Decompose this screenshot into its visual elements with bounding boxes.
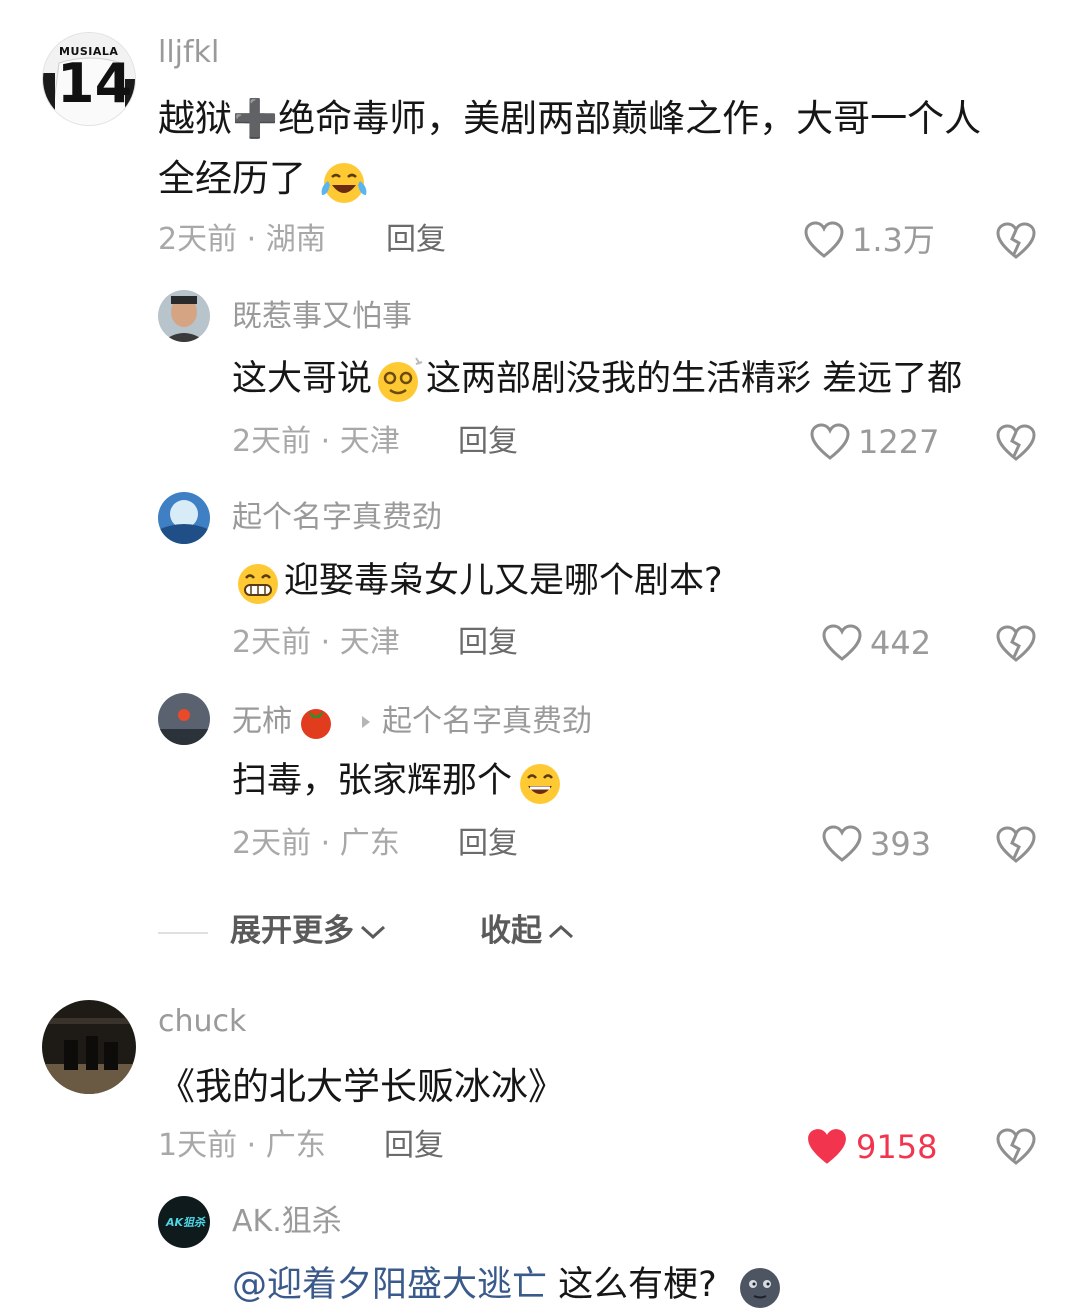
reply-username[interactable]: AK.狙杀	[232, 1207, 342, 1237]
broken-heart-icon[interactable]	[996, 825, 1036, 865]
like-button[interactable]: 393	[822, 825, 931, 863]
like-count: 1227	[858, 423, 940, 461]
like-button[interactable]: 1.3万	[804, 221, 935, 259]
heart-outline-icon	[810, 423, 850, 460]
like-count: 1.3万	[852, 221, 935, 259]
avatar[interactable]: AK狙杀	[158, 1196, 210, 1248]
comment-username[interactable]: lljfkl	[158, 38, 219, 68]
reply-username: 无柿 起个名字真费劲	[232, 703, 592, 741]
new-moon-face-emoji-icon	[739, 1268, 780, 1308]
avatar-logo-text: AK狙杀	[166, 1216, 206, 1229]
reply-text-part: 这大哥说	[232, 359, 373, 399]
reply-time: 2天前	[232, 625, 312, 660]
reply-time: 2天前	[232, 424, 312, 459]
comment-text: 《我的北大学长贩冰冰》	[158, 1064, 565, 1110]
collapse-button[interactable]: 收起	[480, 916, 576, 947]
comment-text-line: 全经历了	[158, 157, 306, 200]
laughing-crying-emoji-icon	[321, 162, 367, 203]
reply-text-part: 这两部剧没我的生活精彩 差远了都	[426, 359, 963, 399]
reply-text: 这大哥说 这两部剧没我的生活精彩 差远了都	[232, 356, 962, 404]
comment-text: 越狱➕绝命毒师，美剧两部巅峰之作，大哥一个人	[158, 96, 981, 142]
avatar[interactable]: MUSIALA 14	[42, 32, 136, 126]
mention-link[interactable]: @迎着夕阳盛大逃亡	[232, 1265, 547, 1305]
reply-username-text[interactable]: 无柿	[232, 707, 292, 737]
comment-text-line: 越狱➕绝命毒师，美剧两部巅峰之作，大哥一个人	[158, 97, 982, 140]
broken-heart-icon[interactable]	[996, 221, 1036, 261]
collapse-label: 收起	[480, 913, 542, 949]
like-count: 442	[870, 624, 932, 662]
reply-location: 天津	[339, 424, 400, 459]
reply-meta: 2天前 · 天津	[232, 625, 400, 660]
comment-text: 全经历了	[158, 156, 368, 205]
reply-button[interactable]: 回复	[458, 829, 518, 859]
comment-meta: 2天前 · 湖南	[158, 222, 326, 257]
heart-outline-icon	[822, 825, 862, 862]
smiling-emoji-icon	[520, 764, 561, 804]
reply-meta: 2天前 · 广东	[232, 826, 400, 861]
comment-time: 1天前	[158, 1128, 238, 1163]
reply-username[interactable]: 既惹事又怕事	[232, 302, 412, 332]
comment-text-line: 《我的北大学长贩冰冰》	[158, 1065, 565, 1108]
broken-heart-icon[interactable]	[996, 423, 1036, 463]
expand-more-label: 展开更多	[230, 913, 354, 949]
reply-text: 迎娶毒枭女儿又是哪个剧本?	[232, 558, 723, 606]
reply-button[interactable]: 回复	[384, 1131, 444, 1161]
thread-divider	[158, 932, 208, 934]
reply-text-part: 这么有梗?	[547, 1265, 717, 1305]
comment-location: 广东	[265, 1128, 326, 1163]
reply-button[interactable]: 回复	[386, 225, 446, 255]
reply-text-part: 迎娶毒枭女儿又是哪个剧本?	[284, 561, 723, 601]
dizzy-face-emoji-icon	[378, 357, 423, 402]
avatar[interactable]	[42, 1000, 136, 1094]
reply-username[interactable]: 起个名字真费劲	[232, 503, 442, 533]
reply-text: 扫毒，张家辉那个	[232, 758, 566, 806]
reply-to-username[interactable]: 起个名字真费劲	[382, 707, 592, 737]
chevron-up-icon	[548, 924, 574, 938]
reply-location: 广东	[339, 826, 400, 861]
comment-username[interactable]: chuck	[158, 1007, 246, 1037]
broken-heart-icon[interactable]	[996, 1127, 1036, 1167]
grinning-emoji-icon	[238, 564, 278, 604]
chevron-down-icon	[360, 925, 386, 939]
avatar[interactable]	[158, 492, 210, 544]
reply-arrow-icon	[362, 716, 370, 728]
heart-filled-icon	[808, 1129, 846, 1164]
avatar[interactable]	[158, 693, 210, 745]
reply-button[interactable]: 回复	[458, 628, 518, 658]
heart-outline-icon	[804, 221, 844, 258]
comment-time: 2天前	[158, 222, 238, 257]
jersey-number: 14	[57, 52, 133, 115]
like-count: 9158	[856, 1128, 938, 1166]
reply-text: @迎着夕阳盛大逃亡 这么有梗?	[232, 1262, 786, 1310]
expand-more-button[interactable]: 展开更多	[230, 916, 388, 947]
reply-time: 2天前	[232, 826, 312, 861]
like-button[interactable]: 1227	[810, 423, 939, 461]
broken-heart-icon[interactable]	[996, 624, 1036, 664]
tomato-emoji-icon	[301, 709, 331, 739]
like-count: 393	[870, 825, 932, 863]
avatar[interactable]	[158, 290, 210, 342]
comment-meta: 1天前 · 广东	[158, 1128, 326, 1163]
comment-location: 湖南	[265, 222, 326, 257]
heart-outline-icon	[822, 624, 862, 661]
like-button[interactable]: 9158	[806, 1127, 937, 1167]
reply-button[interactable]: 回复	[458, 427, 518, 457]
reply-location: 天津	[339, 625, 400, 660]
like-button[interactable]: 442	[822, 624, 931, 662]
reply-meta: 2天前 · 天津	[232, 424, 400, 459]
reply-text-part: 扫毒，张家辉那个	[232, 761, 513, 801]
